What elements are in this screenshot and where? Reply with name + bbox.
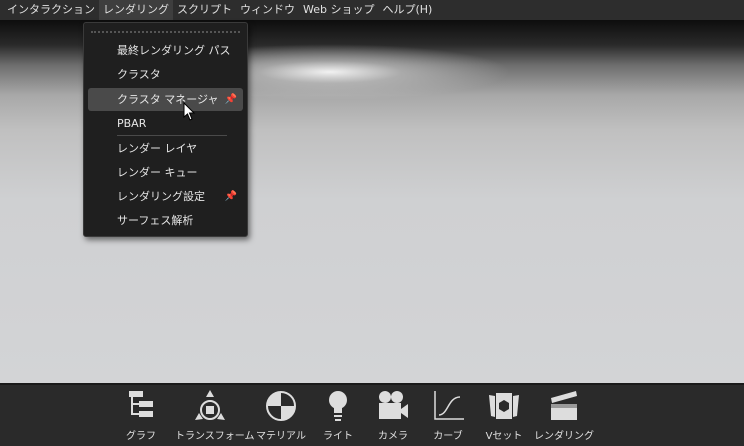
menu-web-shop[interactable]: Web ショップ [299, 0, 378, 20]
tear-off-handle[interactable] [91, 31, 240, 35]
menu-item-render-queue[interactable]: レンダー キュー [88, 161, 243, 184]
pin-icon[interactable]: 📌 [225, 185, 237, 208]
menu-rendering[interactable]: レンダリング [99, 0, 173, 20]
menu-item-label: サーフェス解析 [117, 214, 194, 227]
pin-icon[interactable]: 📌 [225, 88, 237, 111]
toolbar-label: レンダリング [534, 431, 594, 442]
menu-item-label: レンダー レイヤ [117, 142, 198, 155]
menu-help[interactable]: ヘルプ(H) [378, 0, 436, 20]
toolbar-graph-button[interactable]: グラフ [106, 389, 176, 442]
menu-item-label: PBAR [117, 117, 147, 130]
toolbar-render-button[interactable]: レンダリング [529, 389, 599, 442]
menu-item-cluster-manager[interactable]: クラスタ マネージャ 📌 [88, 88, 243, 111]
menu-item-pbar[interactable]: PBAR [88, 112, 243, 135]
material-icon [266, 391, 296, 421]
toolbar-label: グラフ [126, 431, 156, 442]
transform-icon [195, 390, 225, 420]
movie-camera-icon [379, 391, 408, 419]
menu-item-label: レンダリング設定 [117, 190, 205, 203]
menu-window[interactable]: ウィンドウ [236, 0, 299, 20]
light-bulb-icon [329, 391, 347, 421]
menu-item-label: レンダー キュー [117, 166, 198, 179]
menu-item-label: クラスタ マネージャ [117, 93, 219, 106]
toolbar-label: トランスフォーム [175, 431, 255, 442]
rendering-menu-dropdown: 最終レンダリング パス クラスタ クラスタ マネージャ 📌 PBAR レンダー レ… [83, 22, 248, 237]
graph-icon [129, 391, 153, 417]
menu-item-label: クラスタ [117, 68, 161, 81]
menu-item-render-settings[interactable]: レンダリング設定 📌 [88, 185, 243, 208]
toolbar-transform-button[interactable]: トランスフォーム [175, 389, 255, 442]
menu-item-cluster[interactable]: クラスタ [88, 63, 243, 86]
menu-item-surface-analysis[interactable]: サーフェス解析 [88, 209, 243, 232]
menu-item-final-render-pass[interactable]: 最終レンダリング パス [88, 39, 243, 62]
clapperboard-icon [551, 391, 577, 420]
mouse-cursor-icon [183, 102, 196, 121]
curve-icon [434, 391, 464, 420]
bottom-toolbar: グラフ トランスフォーム マテリアル ライト カメラ カーブ Vセット レンダリ… [0, 383, 744, 446]
menu-item-render-layer[interactable]: レンダー レイヤ [88, 137, 243, 160]
menu-bar: インタラクション レンダリング スクリプト ウィンドウ Web ショップ ヘルプ… [0, 0, 744, 20]
menu-interaction[interactable]: インタラクション [3, 0, 99, 20]
menu-separator [117, 135, 227, 136]
vset-icon [489, 393, 519, 419]
menu-item-label: 最終レンダリング パス [117, 44, 231, 57]
menu-script[interactable]: スクリプト [173, 0, 236, 20]
